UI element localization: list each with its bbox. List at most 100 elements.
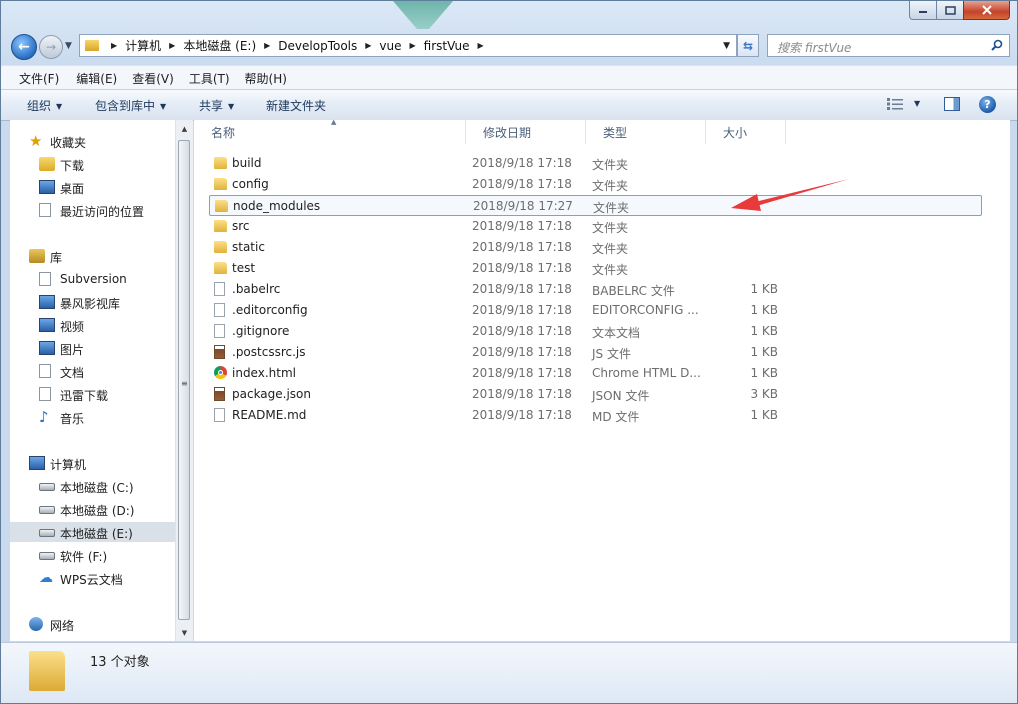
chevron-right-icon[interactable]: ▶ — [410, 41, 416, 50]
nav-item-recent-places[interactable]: 最近访问的位置 — [10, 200, 175, 220]
folder-icon — [85, 40, 99, 51]
nav-label: 库 — [50, 251, 63, 265]
forward-button[interactable]: → — [39, 35, 63, 59]
file-row[interactable]: .babelrc 2018/9/18 17:18 BABELRC 文件 1 KB — [209, 279, 982, 300]
column-header-date[interactable]: 修改日期 — [466, 120, 586, 144]
file-date: 2018/9/18 17:18 — [472, 177, 572, 191]
menu-edit[interactable]: 编辑(E) — [76, 70, 117, 87]
nav-item-documents[interactable]: 文档 — [10, 361, 175, 381]
file-type: 文件夹 — [592, 242, 629, 256]
preview-pane-icon[interactable] — [944, 97, 960, 111]
file-name: README.md — [232, 408, 307, 422]
download-library-icon — [39, 387, 51, 401]
help-icon[interactable]: ? — [979, 96, 996, 113]
file-date: 2018/9/18 17:18 — [472, 261, 572, 275]
file-row-highlighted[interactable]: node_modules 2018/9/18 17:27 文件夹 — [209, 195, 982, 216]
file-date: 2018/9/18 17:18 — [472, 219, 572, 233]
search-icon[interactable] — [991, 39, 1003, 51]
file-row[interactable]: .editorconfig 2018/9/18 17:18 EDITORCONFIG… — [209, 300, 982, 321]
view-dropdown-icon[interactable]: ▼ — [914, 99, 920, 108]
breadcrumb-drive-e[interactable]: 本地磁盘 (E:) — [183, 37, 256, 54]
share-label: 共享 — [199, 99, 224, 113]
chevron-right-icon[interactable]: ▶ — [111, 41, 117, 50]
history-dropdown-icon[interactable]: ▼ — [65, 41, 72, 51]
file-row[interactable]: build 2018/9/18 17:18 文件夹 — [209, 153, 982, 174]
organize-button[interactable]: 组织 ▼ — [27, 97, 62, 114]
file-size: 3 KB — [750, 387, 778, 401]
file-row[interactable]: README.md 2018/9/18 17:18 MD 文件 1 KB — [209, 405, 982, 426]
menu-help[interactable]: 帮助(H) — [245, 70, 287, 87]
nav-item-videos[interactable]: 视频 — [10, 315, 175, 335]
video-library-icon — [39, 295, 55, 309]
breadcrumb-developtools[interactable]: DevelopTools — [278, 39, 357, 53]
column-header-size[interactable]: 大小 — [706, 120, 786, 144]
refresh-button[interactable]: ⇆ — [737, 34, 759, 57]
file-row[interactable]: .gitignore 2018/9/18 17:18 文本文档 1 KB — [209, 321, 982, 342]
close-button[interactable] — [963, 1, 1010, 20]
include-in-library-button[interactable]: 包含到库中 ▼ — [95, 97, 166, 114]
nav-item-music[interactable]: ♪ 音乐 — [10, 407, 175, 427]
nav-item-pictures[interactable]: 图片 — [10, 338, 175, 358]
nav-label: 图片 — [60, 343, 85, 357]
nav-favorites[interactable]: ★ 收藏夹 — [10, 131, 175, 151]
nav-item-drive-f[interactable]: 软件 (F:) — [10, 545, 175, 565]
file-icon — [214, 324, 225, 338]
nav-item-desktop[interactable]: 桌面 — [10, 177, 175, 197]
maximize-button[interactable] — [936, 1, 964, 20]
chevron-right-icon[interactable]: ▶ — [365, 41, 371, 50]
address-dropdown-icon[interactable]: ▼ — [723, 41, 730, 51]
menu-tools[interactable]: 工具(T) — [189, 70, 230, 87]
command-bar: 组织 ▼ 包含到库中 ▼ 共享 ▼ 新建文件夹 ▼ ? — [1, 89, 1017, 121]
breadcrumb-vue[interactable]: vue — [379, 39, 401, 53]
file-row[interactable]: .postcssrc.js 2018/9/18 17:18 JS 文件 1 KB — [209, 342, 982, 363]
new-folder-button[interactable]: 新建文件夹 — [266, 97, 326, 114]
minimize-icon — [919, 11, 927, 13]
file-row[interactable]: index.html 2018/9/18 17:18 Chrome HTML D..… — [209, 363, 982, 384]
file-type: JS 文件 — [592, 347, 631, 361]
search-input[interactable]: 搜索 firstVue — [767, 34, 1010, 57]
nav-item-subversion[interactable]: Subversion — [10, 269, 175, 289]
column-header-name[interactable]: 名称 ▲ — [194, 118, 466, 144]
nav-item-drive-c[interactable]: 本地磁盘 (C:) — [10, 476, 175, 496]
file-row[interactable]: test 2018/9/18 17:18 文件夹 — [209, 258, 982, 279]
nav-item-thunder-downloads[interactable]: 迅雷下载 — [10, 384, 175, 404]
chevron-right-icon[interactable]: ▶ — [169, 41, 175, 50]
address-bar[interactable]: ▶ 计算机 ▶ 本地磁盘 (E:) ▶ DevelopTools ▶ vue ▶… — [79, 34, 737, 57]
breadcrumb-firstvue[interactable]: firstVue — [424, 39, 470, 53]
folder-icon — [215, 200, 228, 212]
file-size: 1 KB — [750, 366, 778, 380]
nav-item-baofeng-library[interactable]: 暴风影视库 — [10, 292, 175, 312]
nav-network[interactable]: 网络 — [10, 614, 175, 634]
file-name: node_modules — [233, 199, 321, 213]
file-row[interactable]: config 2018/9/18 17:18 文件夹 — [209, 174, 982, 195]
folder-icon — [214, 178, 227, 190]
nav-label: 收藏夹 — [50, 136, 87, 150]
minimize-button[interactable] — [909, 1, 937, 20]
nav-item-wps-cloud[interactable]: ☁ WPS云文档 — [10, 568, 175, 588]
nav-label: 本地磁盘 (D:) — [60, 504, 135, 518]
folder-icon — [214, 262, 227, 274]
chevron-right-icon[interactable]: ▶ — [478, 41, 484, 50]
file-row[interactable]: src 2018/9/18 17:18 文件夹 — [209, 216, 982, 237]
scrollbar-thumb[interactable]: ≡ — [178, 140, 190, 620]
view-options-icon[interactable] — [887, 98, 903, 110]
nav-item-drive-e[interactable]: 本地磁盘 (E:) — [10, 522, 175, 542]
file-row[interactable]: package.json 2018/9/18 17:18 JSON 文件 3 KB — [209, 384, 982, 405]
nav-item-drive-d[interactable]: 本地磁盘 (D:) — [10, 499, 175, 519]
nav-libraries[interactable]: 库 — [10, 246, 175, 266]
grip-icon: ≡ — [181, 379, 188, 388]
nav-item-downloads[interactable]: 下载 — [10, 154, 175, 174]
column-header-type[interactable]: 类型 — [586, 120, 706, 144]
chevron-right-icon[interactable]: ▶ — [264, 41, 270, 50]
breadcrumb-computer[interactable]: 计算机 — [125, 37, 161, 54]
scroll-up-icon[interactable]: ▲ — [176, 120, 193, 137]
back-button[interactable]: ← — [11, 34, 37, 60]
share-button[interactable]: 共享 ▼ — [199, 97, 234, 114]
scroll-down-icon[interactable]: ▼ — [176, 624, 193, 641]
navigation-scrollbar[interactable]: ▲ ≡ ▼ — [175, 120, 193, 641]
menu-file[interactable]: 文件(F) — [19, 70, 59, 87]
file-type: 文件夹 — [592, 179, 629, 193]
menu-view[interactable]: 查看(V) — [132, 70, 174, 87]
file-row[interactable]: static 2018/9/18 17:18 文件夹 — [209, 237, 982, 258]
nav-computer[interactable]: 计算机 — [10, 453, 175, 473]
